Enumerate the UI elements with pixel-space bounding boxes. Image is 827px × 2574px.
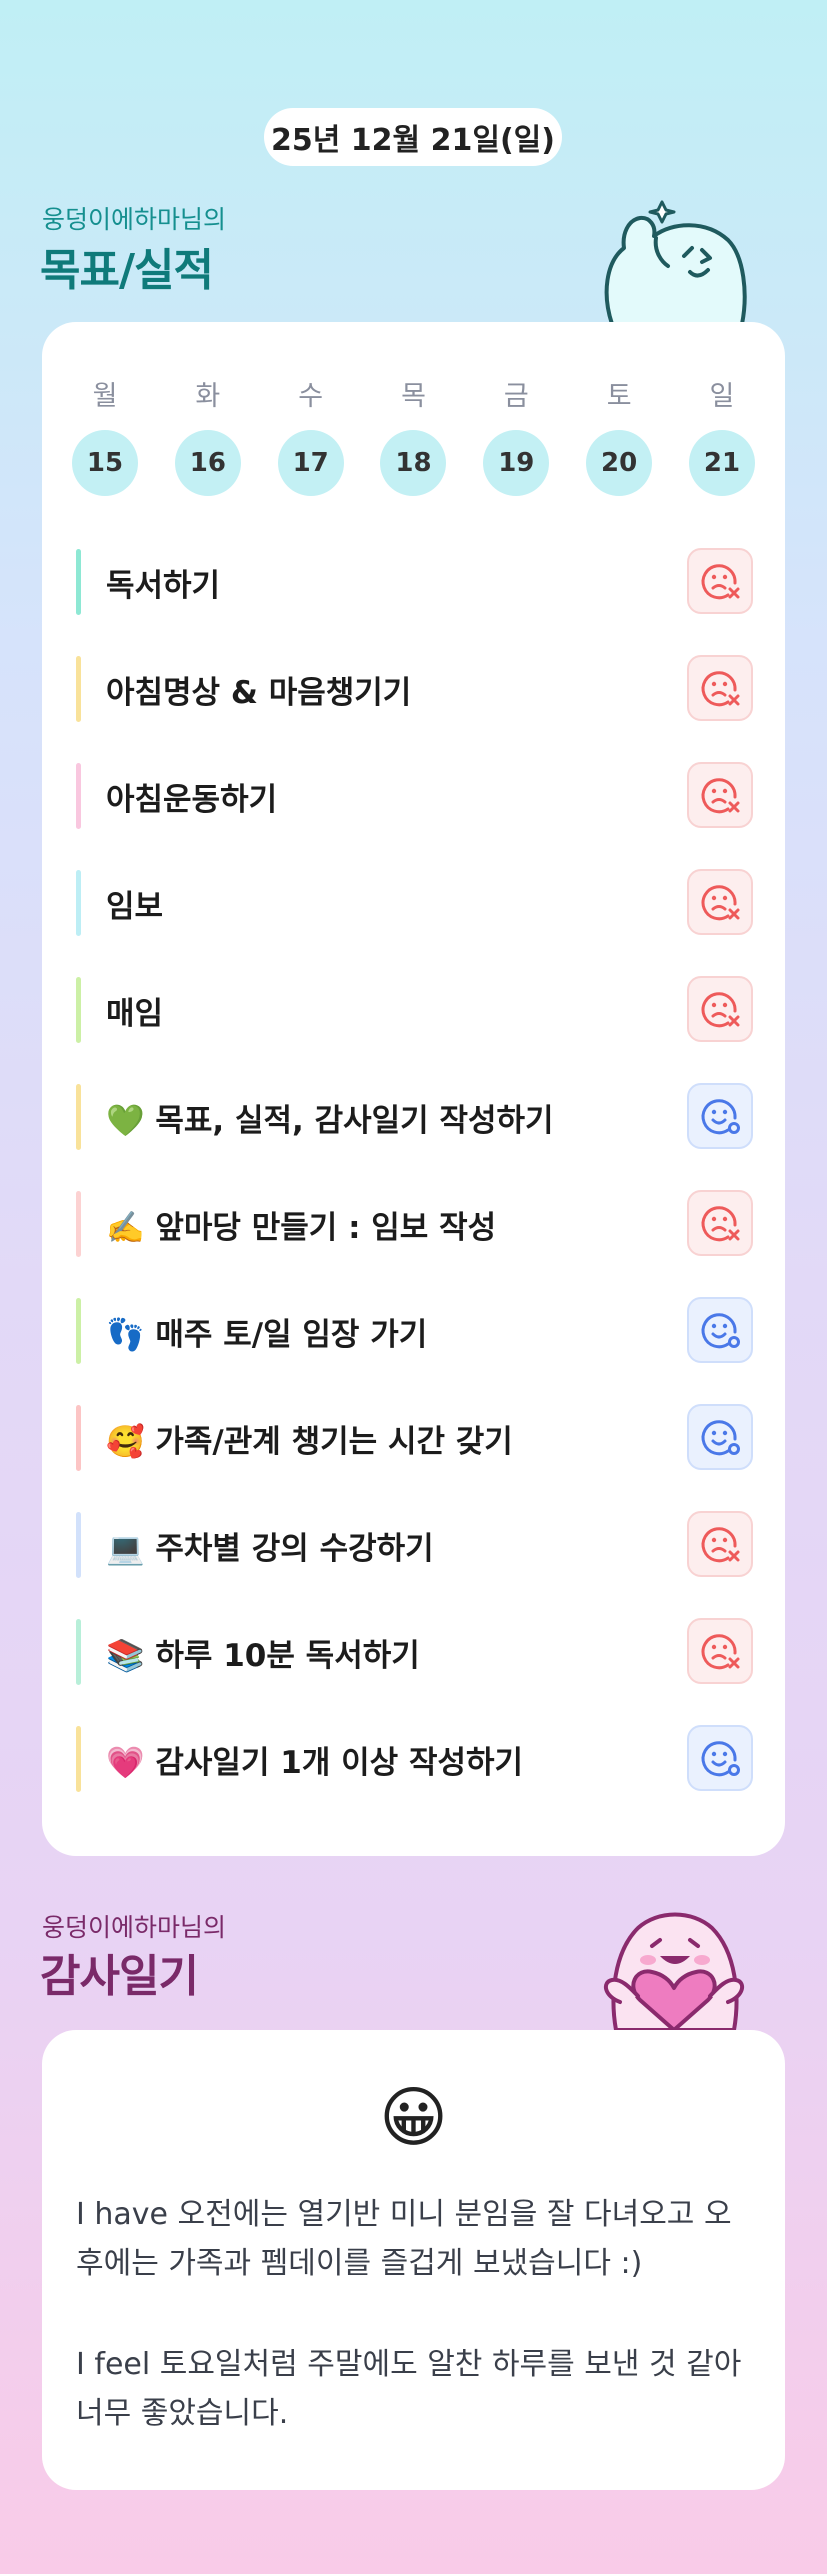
goal-row[interactable]: 독서하기 <box>76 534 753 641</box>
date-label: 25년 12월 21일(일) <box>271 123 555 158</box>
goal-text: 💚 목표, 실적, 감사일기 작성하기 <box>106 1102 554 1139</box>
goals-owner-label: 웅덩이에하마님의 <box>42 205 227 234</box>
weekday-label: 토 <box>606 381 632 412</box>
goal-color-bar <box>76 1298 81 1364</box>
status-fail-button[interactable] <box>687 1511 753 1577</box>
goal-row[interactable]: 💚 목표, 실적, 감사일기 작성하기 <box>76 1069 753 1176</box>
goal-color-bar <box>76 1191 81 1257</box>
goal-row[interactable]: 🥰 가족/관계 챙기는 시간 갖기 <box>76 1390 753 1497</box>
goal-text: 💻 주차별 강의 수강하기 <box>106 1530 434 1567</box>
goal-text: ✍️ 앞마당 만들기 : 임보 작성 <box>106 1209 497 1246</box>
status-done-button[interactable] <box>687 1297 753 1363</box>
gratitude-i-have-text: I have 오전에는 열기반 미니 분임을 잘 다녀오고 오후에는 가족과 펨… <box>76 2197 732 2281</box>
goal-text: 아침운동하기 <box>106 781 278 818</box>
gratitude-owner-label: 웅덩이에하마님의 <box>42 1913 227 1942</box>
sad-face-x-icon <box>698 880 742 924</box>
smile-face-o-icon <box>698 1736 742 1780</box>
gratitude-title: 감사일기 <box>40 1951 199 2002</box>
goal-text: 독서하기 <box>106 567 221 604</box>
goal-text: 임보 <box>106 888 164 925</box>
goal-text: 💗 감사일기 1개 이상 작성하기 <box>106 1744 524 1781</box>
status-fail-button[interactable] <box>687 869 753 935</box>
weekday-label: 화 <box>195 381 221 412</box>
waving-mascot-icon <box>604 200 747 324</box>
status-fail-button[interactable] <box>687 1618 753 1684</box>
goal-row[interactable]: 📚 하루 10분 독서하기 <box>76 1604 753 1711</box>
goal-row[interactable]: 👣 매주 토/일 임장 가기 <box>76 1283 753 1390</box>
goal-row[interactable]: 임보 <box>76 855 753 962</box>
goal-row[interactable]: 아침운동하기 <box>76 748 753 855</box>
goal-color-bar <box>76 1405 81 1471</box>
date-circle[interactable]: 17 <box>277 430 344 496</box>
status-done-button[interactable] <box>687 1083 753 1149</box>
weekday-row: 월 화 수 목 금 토 일 <box>72 374 755 413</box>
goal-text: 아침명상 & 마음챙기기 <box>106 674 412 711</box>
smile-face-o-icon <box>698 1415 742 1459</box>
goal-row[interactable]: ✍️ 앞마당 만들기 : 임보 작성 <box>76 1176 753 1283</box>
date-circle[interactable]: 19 <box>483 430 550 496</box>
goals-card: 월 화 수 목 금 토 일 15 16 17 18 19 20 21 독서하기아… <box>42 322 785 1856</box>
goal-list: 독서하기아침명상 & 마음챙기기아침운동하기임보매임 💚 목표, 실적, 감사일기… <box>76 534 753 1818</box>
date-row: 15 16 17 18 19 20 21 <box>72 430 755 496</box>
goal-text: 매임 <box>106 995 164 1032</box>
status-fail-button[interactable] <box>687 762 753 828</box>
goal-row[interactable]: 아침명상 & 마음챙기기 <box>76 641 753 748</box>
goal-color-bar <box>76 656 81 722</box>
date-circle[interactable]: 18 <box>380 430 447 496</box>
goal-color-bar <box>76 1084 81 1150</box>
sad-face-x-icon <box>698 666 742 710</box>
status-fail-button[interactable] <box>687 1190 753 1256</box>
date-circle[interactable]: 16 <box>174 430 241 496</box>
sad-face-x-icon <box>698 559 742 603</box>
sad-face-x-icon <box>698 1629 742 1673</box>
goal-color-bar <box>76 1512 81 1578</box>
goal-color-bar <box>76 1726 81 1792</box>
status-fail-button[interactable] <box>687 655 753 721</box>
goal-row[interactable]: 💻 주차별 강의 수강하기 <box>76 1497 753 1604</box>
sad-face-x-icon <box>698 987 742 1031</box>
goal-row[interactable]: 매임 <box>76 962 753 1069</box>
goal-text: 📚 하루 10분 독서하기 <box>106 1637 420 1674</box>
sad-face-x-icon <box>698 1522 742 1566</box>
goal-color-bar <box>76 763 81 829</box>
grinning-face-icon: 😀 <box>379 2079 448 2156</box>
goals-title: 목표/실적 <box>40 245 214 296</box>
weekday-label: 월 <box>92 381 118 412</box>
smile-face-o-icon <box>698 1308 742 1352</box>
gratitude-card: 😀 I have 오전에는 열기반 미니 분임을 잘 다녀오고 오후에는 가족과… <box>42 2030 785 2490</box>
goal-color-bar <box>76 549 81 615</box>
status-fail-button[interactable] <box>687 548 753 614</box>
weekday-label: 수 <box>298 381 324 412</box>
date-circle[interactable]: 15 <box>72 430 138 496</box>
date-circle[interactable]: 20 <box>586 430 653 496</box>
weekday-label: 일 <box>709 381 735 412</box>
heart-mascot-icon <box>603 1912 745 2030</box>
status-fail-button[interactable] <box>687 976 753 1042</box>
weekday-label: 금 <box>503 381 529 412</box>
weekday-label: 목 <box>401 381 426 412</box>
date-circle[interactable]: 21 <box>688 430 755 496</box>
sad-face-x-icon <box>698 1201 742 1245</box>
gratitude-i-feel-text: I feel 토요일처럼 주말에도 알찬 하루를 보낸 것 같아 너무 좋았습니… <box>76 2347 742 2431</box>
goal-text: 👣 매주 토/일 임장 가기 <box>106 1316 428 1353</box>
status-done-button[interactable] <box>687 1725 753 1791</box>
goal-color-bar <box>76 1619 81 1685</box>
smile-face-o-icon <box>698 1094 742 1138</box>
status-done-button[interactable] <box>687 1404 753 1470</box>
goal-row[interactable]: 💗 감사일기 1개 이상 작성하기 <box>76 1711 753 1818</box>
goal-color-bar <box>76 870 81 936</box>
sad-face-x-icon <box>698 773 742 817</box>
goal-text: 🥰 가족/관계 챙기는 시간 갖기 <box>106 1423 513 1460</box>
date-pill: 25년 12월 21일(일) <box>264 108 562 166</box>
goal-color-bar <box>76 977 81 1043</box>
